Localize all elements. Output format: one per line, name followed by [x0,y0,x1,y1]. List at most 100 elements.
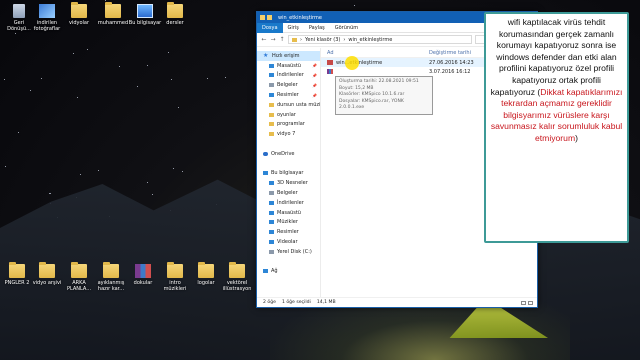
folder-icon [269,122,274,127]
nav-item[interactable]: Bu bilgisayar [257,169,320,179]
nav-item-label: 3D Nesneler [277,180,308,187]
star-dot [98,170,99,171]
archive-icon [135,264,151,278]
breadcrumb-separator: › [343,36,346,43]
folder-icon [229,262,245,278]
nav-item[interactable]: Masaüstü 📌 [257,61,320,71]
nav-item[interactable]: Müzikler [257,218,320,228]
nav-item[interactable]: Masaüstü [257,208,320,218]
back-icon[interactable]: ← [261,36,267,43]
star-dot [18,132,19,133]
folder-icon [269,83,274,88]
address-bar[interactable]: › Yeni klasör (3) › win_etkinleştirme [288,35,472,44]
desktop-icon-logolar[interactable]: logolar [189,262,223,286]
details-view-icon[interactable] [521,300,526,305]
pin-icon[interactable]: 📌 [312,73,317,78]
desktop-icon-label: intro müzikleri [163,280,187,292]
nav-item[interactable]: ★ Hızlı erişim [257,51,320,61]
large-icons-view-icon[interactable] [528,300,533,305]
properties-icon[interactable] [267,15,272,20]
breadcrumb-folder-icon [292,37,297,42]
nav-item-label: programlar [277,121,305,128]
folder-icon [263,171,268,176]
folder-icon [269,73,274,78]
nav-item[interactable]: dursun usta müzik [257,100,320,110]
file-date: 27.06.2016 14:23 [429,59,474,66]
nav-item[interactable]: Resimler 📌 [257,90,320,100]
nav-item[interactable]: programlar [257,120,320,130]
tooltip-line: Dosyalar: KMSpico.rar, YONK 2.0.0.1.exe [339,98,404,111]
desktop-icon-intro-muzikleri[interactable]: intro müzikleri [158,262,192,292]
nav-item-label: İndirilenler [277,72,304,79]
desktop-icon-dersler[interactable]: dersler [158,2,192,26]
column-date-header[interactable]: Değiştirme tarihi [429,50,471,56]
desktop-icon-ayiklanmis[interactable]: ayıklanmış hazır kar... [94,262,128,292]
desktop-icon-label: PNGLER 2 [4,280,30,286]
folder-icon [269,112,274,117]
desktop-icon-vidyolar[interactable]: vidyolar [62,2,96,26]
desktop-icon-label: muhammed [97,20,129,26]
nav-item[interactable]: Resimler [257,227,320,237]
folder-icon [269,132,274,137]
desktop-icon-photos[interactable]: indirilen fotoğraflar [30,4,64,32]
star-dot [152,194,153,195]
navigation-pane: ★ Hızlı erişim Masaüstü 📌 İndirilenler 📌 Belge… [257,48,321,297]
breadcrumb-item[interactable]: Yeni klasör (3) [305,37,340,43]
nav-item-label: Belgeler [277,190,298,197]
folder-icon [71,2,87,18]
nav-item[interactable]: İndirilenler 📌 [257,71,320,81]
folder-icon [71,262,87,278]
tab-share[interactable]: Paylaş [304,23,330,33]
tab-file[interactable]: Dosya [257,22,283,33]
folder-icon[interactable] [260,15,265,20]
nav-item-label: Yerel Disk (C:) [277,248,312,255]
folder-icon [269,220,274,225]
item-count: 2 öğe [263,300,276,305]
star-dot [4,79,5,80]
desktop-icon-label: Bu bilgisayar [128,20,162,26]
desktop-icon-label: vidyo arşivi [32,280,62,286]
star-dot [225,77,226,78]
star-dot [147,65,148,66]
nav-item-label: Hızlı erişim [272,52,300,59]
breadcrumb-item[interactable]: win_etkinleştirme [348,37,392,43]
tab-home[interactable]: Giriş [283,23,304,33]
cloud-icon [263,151,268,156]
cursor-highlight [345,56,359,70]
desktop-icon-muhammed[interactable]: muhammed [96,2,130,26]
file-tooltip: Oluşturma tarihi: 22.08.2021 09:51 Boyut… [335,76,433,115]
nav-item[interactable]: Ağ [257,267,320,277]
pin-icon[interactable]: 📌 [312,93,317,98]
nav-item[interactable]: Yerel Disk (C:) [257,247,320,257]
desktop-icon-dokular[interactable]: dokular [126,264,160,286]
nav-item[interactable]: 3D Nesneler [257,178,320,188]
nav-item-label: Resimler [277,92,299,99]
nav-item[interactable]: vidyo 7 [257,129,320,139]
pin-icon[interactable]: 📌 [312,83,317,88]
nav-item[interactable]: OneDrive [257,149,320,159]
desktop-icon-vidyo-arsivi[interactable]: vidyo arşivi [30,262,64,286]
nav-item-label: Resimler [277,229,299,236]
folder-icon [39,262,55,278]
nav-item[interactable]: Belgeler [257,188,320,198]
tab-view[interactable]: Görünüm [330,23,363,33]
nav-item-label: Videolar [277,239,298,246]
nav-item[interactable]: oyunlar [257,110,320,120]
desktop-icon-label: dokular [133,280,153,286]
star-dot [354,5,355,6]
desktop-icon-pngler[interactable]: PNGLER 2 [0,262,34,286]
desktop-icon-vektorel[interactable]: vektörel illüstrasyon [220,262,254,292]
nav-item[interactable]: İndirilenler [257,198,320,208]
status-bar: 2 öğe 1 öğe seçildi 14,1 MB [257,297,537,307]
pin-icon[interactable]: 📌 [312,63,317,68]
nav-item-label: Bu bilgisayar [271,170,304,177]
desktop-icon-this-pc[interactable]: Bu bilgisayar [128,4,162,26]
desktop-icon-label: vidyolar [68,20,90,26]
nav-item[interactable]: Videolar [257,237,320,247]
folder-icon [103,262,119,278]
up-icon[interactable]: ↑ [279,36,285,43]
column-name-header[interactable]: Ad [321,50,429,56]
nav-item[interactable]: Belgeler 📌 [257,80,320,90]
forward-icon[interactable]: → [270,36,276,43]
desktop-icon-arka-planlar[interactable]: ARKA PLANLA... [62,262,96,292]
